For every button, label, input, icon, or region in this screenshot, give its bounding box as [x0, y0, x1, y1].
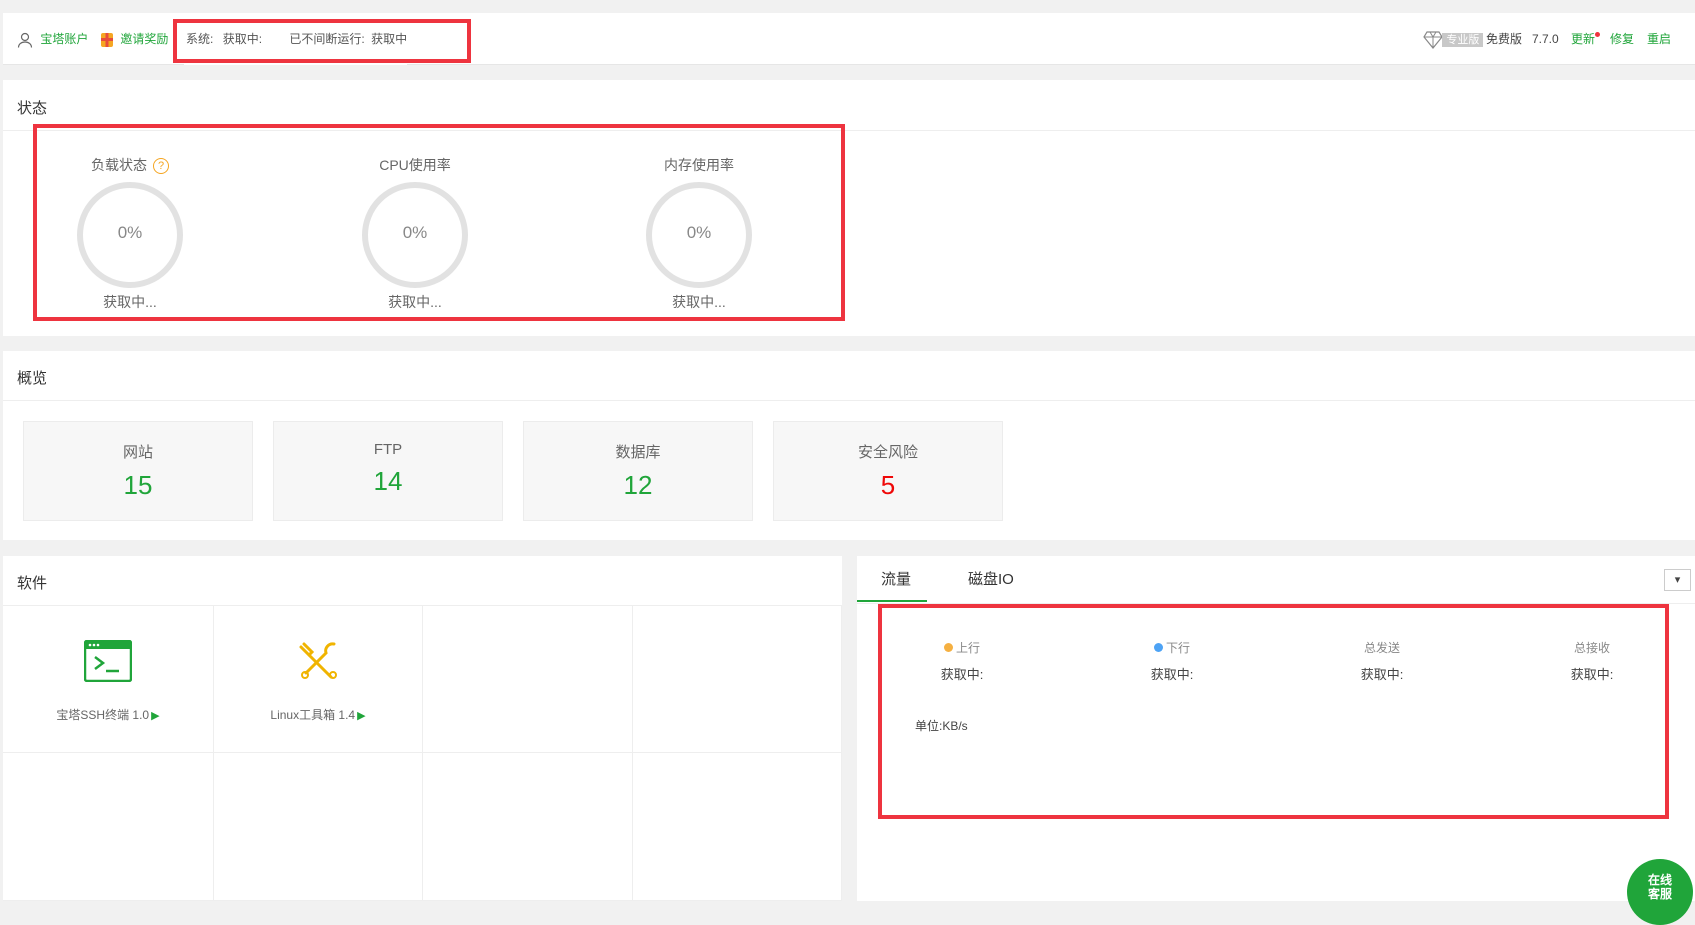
software-item-name: 宝塔SSH终端 1.0 ▶ — [3, 706, 213, 723]
version-text: 7.7.0 — [1532, 32, 1559, 46]
terminal-icon — [84, 640, 132, 682]
overview-card-security[interactable]: 安全风险 5 — [773, 421, 1003, 521]
account-label: 宝塔账户 — [40, 32, 89, 46]
pro-badge[interactable]: 专业版 — [1423, 13, 1484, 65]
system-value: 获取中: — [222, 32, 263, 46]
software-slot-empty — [214, 753, 423, 901]
traffic-total-sent: 总发送 获取中: — [1322, 639, 1442, 683]
gauge-memory-value: 0% — [686, 223, 712, 242]
overview-card-label: 网站 — [122, 444, 153, 461]
uptime-label: 已不间断运行: — [289, 32, 365, 46]
software-slot-empty — [423, 753, 633, 901]
tools-icon — [299, 642, 337, 679]
tab-active-indicator — [857, 600, 927, 602]
play-icon[interactable]: ▶ — [357, 710, 365, 722]
invite-label: 邀请奖励 — [120, 32, 169, 46]
update-label: 更新 — [1571, 32, 1596, 46]
traffic-total-received-label: 总接收 — [1573, 641, 1610, 655]
overview-card-label: 安全风险 — [857, 444, 918, 461]
gauge-load-value: 0% — [117, 223, 143, 242]
traffic-download-label-text: 下行 — [1165, 641, 1190, 655]
traffic-upload-label-text: 上行 — [955, 641, 980, 655]
overview-card-value[interactable]: 15 — [24, 470, 252, 501]
overview-card-label: FTP — [373, 441, 403, 458]
system-info: 系统: 获取中: 已不间断运行: 获取中 — [184, 13, 408, 65]
online-support-button[interactable]: 在线 客服 — [1627, 859, 1693, 925]
software-slot-empty — [3, 753, 214, 901]
update-dot-icon — [1595, 32, 1601, 37]
status-title: 状态 — [17, 100, 48, 117]
software-slot-empty — [633, 606, 842, 753]
diamond-icon — [1423, 31, 1443, 49]
overview-card-database[interactable]: 数据库 12 — [523, 421, 753, 521]
account-link[interactable]: 宝塔账户 — [17, 13, 88, 65]
gauge-load-label: 负载状态 — [91, 157, 147, 173]
help-icon[interactable]: ? — [153, 158, 169, 174]
overview-card-ftp[interactable]: FTP 14 — [273, 421, 503, 521]
repair-link[interactable]: 修复 — [1610, 13, 1634, 65]
restart-link[interactable]: 重启 — [1647, 13, 1671, 65]
gauge-cpu-title: CPU使用率 — [379, 157, 451, 173]
gauge-memory-title: 内存使用率 — [664, 157, 734, 173]
chevron-down-icon: ▾ — [1674, 574, 1681, 586]
tab-traffic[interactable]: 流量 — [881, 568, 911, 589]
software-item-label: Linux工具箱 1.4 — [270, 708, 356, 722]
traffic-panel — [857, 556, 1695, 901]
gauge-load-sub: 获取中... — [103, 294, 157, 310]
overview-divider — [3, 400, 1695, 401]
software-title: 软件 — [17, 575, 48, 592]
software-item-ssh[interactable]: 宝塔SSH终端 1.0 ▶ — [3, 606, 214, 753]
overview-card-website[interactable]: 网站 15 — [23, 421, 253, 521]
traffic-download: 下行 获取中: — [1112, 639, 1232, 683]
gauge-cpu-sub: 获取中... — [388, 294, 442, 310]
gift-icon — [101, 32, 113, 47]
software-slot-empty — [423, 606, 633, 753]
traffic-total-received: 总接收 获取中: — [1532, 639, 1652, 683]
overview-card-value[interactable]: 5 — [774, 470, 1002, 501]
traffic-select[interactable]: ▾ — [1664, 569, 1691, 591]
update-link[interactable]: 更新 — [1571, 13, 1601, 65]
software-slot-empty — [633, 753, 842, 901]
overview-card-label: 数据库 — [615, 444, 661, 461]
download-dot-icon — [1153, 643, 1163, 652]
status-divider — [3, 130, 1695, 131]
play-icon[interactable]: ▶ — [151, 710, 159, 722]
gauge-memory-sub: 获取中... — [672, 294, 726, 310]
traffic-unit: 单位:KB/s — [915, 719, 968, 733]
traffic-upload-label: 上行 — [902, 639, 1022, 656]
user-icon — [17, 32, 33, 48]
edition-text: 免费版 — [1486, 32, 1523, 46]
top-bar: 宝塔账户 邀请奖励 系统: 获取中: 已不间断运行: 获取中 专业版 免费版 7… — [3, 13, 1695, 65]
software-item-name: Linux工具箱 1.4 ▶ — [214, 706, 422, 723]
overview-card-value[interactable]: 14 — [274, 466, 502, 497]
traffic-divider — [857, 603, 1695, 604]
traffic-download-value: 获取中: — [1150, 667, 1194, 682]
traffic-upload-value: 获取中: — [940, 667, 984, 682]
software-item-linux-tools[interactable]: Linux工具箱 1.4 ▶ — [214, 606, 423, 753]
traffic-total-sent-value: 获取中: — [1360, 667, 1404, 682]
online-support-line1: 在线 — [1647, 873, 1672, 887]
uptime-value: 获取中 — [371, 32, 408, 46]
pro-label: 专业版 — [1442, 33, 1484, 47]
tab-disk-io[interactable]: 磁盘IO — [968, 568, 1014, 589]
upload-dot-icon — [943, 643, 953, 652]
overview-card-value[interactable]: 12 — [524, 470, 752, 501]
traffic-download-label: 下行 — [1112, 639, 1232, 656]
online-support-line2: 客服 — [1647, 887, 1672, 901]
status-panel — [3, 80, 1695, 336]
gauge-load-title: 负载状态? — [50, 155, 210, 175]
software-item-label: 宝塔SSH终端 1.0 — [56, 708, 150, 722]
traffic-total-sent-label: 总发送 — [1363, 641, 1400, 655]
traffic-upload: 上行 获取中: — [902, 639, 1022, 683]
invite-link[interactable]: 邀请奖励 — [100, 13, 168, 65]
overview-title: 概览 — [17, 370, 48, 387]
traffic-total-received-value: 获取中: — [1570, 667, 1614, 682]
system-label: 系统: — [186, 32, 214, 46]
gauge-cpu-value: 0% — [402, 223, 428, 242]
